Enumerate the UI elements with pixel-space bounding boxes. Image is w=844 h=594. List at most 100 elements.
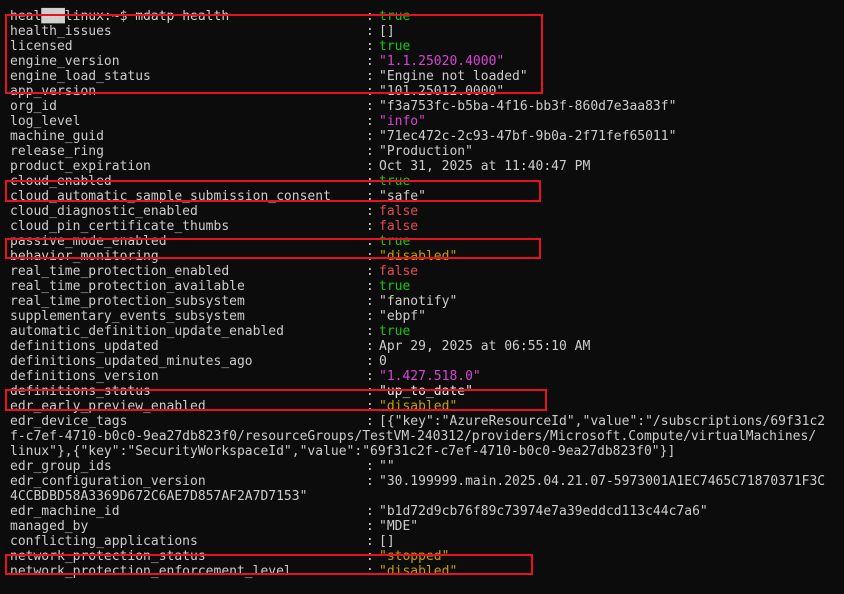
continuation-line: 4CCBDBD58A3369D672C6AE7D857AF2A7D7153" xyxy=(10,489,840,504)
health-key: cloud_automatic_sample_submission_consen… xyxy=(10,189,331,204)
health-value: false xyxy=(379,219,419,234)
key-value-separator: : xyxy=(366,144,374,159)
health-key: cloud_diagnostic_enabled xyxy=(10,204,198,219)
key-value-separator: : xyxy=(366,99,374,114)
health-key: edr_device_tags xyxy=(10,414,128,429)
health-row: supplementary_events_subsystem: "ebpf" xyxy=(10,309,840,324)
key-value-separator: : xyxy=(366,84,374,99)
health-key: cloud_pin_certificate_thumbs xyxy=(10,219,230,234)
health-row: real_time_protection_enabled: false xyxy=(10,264,840,279)
key-value-separator: : xyxy=(366,564,374,579)
key-value-separator: : xyxy=(366,54,374,69)
health-value: "disabled" xyxy=(379,399,458,414)
health-row: definitions_version: "1.427.518.0" xyxy=(10,369,840,384)
health-row: machine_guid: "71ec472c-2c93-47bf-9b0a-2f… xyxy=(10,129,840,144)
health-key: edr_early_preview_enabled xyxy=(10,399,206,414)
health-value: true xyxy=(379,234,411,249)
health-row: engine_load_status: "Engine not loaded" xyxy=(10,69,840,84)
health-row: engine_version: "1.1.25020.4000" xyxy=(10,54,840,69)
health-value: "101.25012.0000" xyxy=(379,84,505,99)
key-value-separator: : xyxy=(366,339,374,354)
health-row: edr_configuration_version: "30.199999.mai… xyxy=(10,474,840,489)
health-key: network_protection_enforcement_level xyxy=(10,564,292,579)
health-value: Oct 31, 2025 at 11:40:47 PM xyxy=(379,159,591,174)
health-row: health_issues: [] xyxy=(10,24,840,39)
key-value-separator: : xyxy=(366,159,374,174)
health-value: false xyxy=(379,264,419,279)
health-key: behavior_monitoring xyxy=(10,249,159,264)
health-value: "30.199999.main.2025.04.21.07-5973001A1E… xyxy=(379,474,826,489)
health-value: [{"key":"AzureResourceId","value":"/subs… xyxy=(379,414,826,429)
health-row: definitions_updated_minutes_ago:0 xyxy=(10,354,840,369)
key-value-separator: : xyxy=(366,369,374,384)
health-value: true xyxy=(379,324,411,339)
key-value-separator: : xyxy=(366,459,374,474)
key-value-separator: : xyxy=(366,219,374,234)
health-row: real_time_protection_subsystem: "fanotify… xyxy=(10,294,840,309)
health-list: healthy: true health_issues: [] licensed: tru… xyxy=(10,9,840,594)
health-value: "Engine not loaded" xyxy=(379,69,528,84)
health-key: machine_guid xyxy=(10,129,104,144)
key-value-separator: : xyxy=(366,174,374,189)
health-key: conflicting_applications xyxy=(10,534,198,549)
health-row: definitions_updated: Apr 29, 2025 at 06:5… xyxy=(10,339,840,354)
key-value-separator: : xyxy=(366,264,374,279)
health-value: "MDE" xyxy=(379,519,419,534)
health-key: supplementary_events_subsystem xyxy=(10,309,245,324)
health-row: healthy: true xyxy=(10,9,840,24)
health-key: edr_group_ids xyxy=(10,459,112,474)
health-key: network_protection_status xyxy=(10,549,206,564)
continuation-line: f-c7ef-4710-b0c0-9ea27db823f0/resourceGr… xyxy=(10,429,840,444)
health-value: Apr 29, 2025 at 06:55:10 AM xyxy=(379,339,591,354)
health-key: real_time_protection_available xyxy=(10,279,245,294)
health-key: product_expiration xyxy=(10,159,151,174)
health-row: cloud_pin_certificate_thumbs: false xyxy=(10,219,840,234)
command-prompt: ███linux:~$ mdatp health xyxy=(10,0,840,24)
health-row: edr_early_preview_enabled: "disabled" xyxy=(10,399,840,414)
key-value-separator: : xyxy=(366,474,374,489)
terminal-output[interactable]: ███linux:~$ mdatp health healthy: true hea… xyxy=(10,0,840,594)
health-row: product_expiration: Oct 31, 2025 at 11:40… xyxy=(10,159,840,174)
health-row: org_id: "f3a753fc-b5ba-4f16-bb3f-860d7e3a… xyxy=(10,99,840,114)
health-key: app_version xyxy=(10,84,97,99)
health-value: "safe" xyxy=(379,189,426,204)
key-value-separator: : xyxy=(366,24,374,39)
health-key: real_time_protection_enabled xyxy=(10,264,230,279)
key-value-separator: : xyxy=(366,39,374,54)
key-value-separator: : xyxy=(366,69,374,84)
health-value: "b1d72d9cb76f89c73974e7a39eddcd113c44c7a… xyxy=(379,504,708,519)
health-row: log_level: "info" xyxy=(10,114,840,129)
health-key: org_id xyxy=(10,99,57,114)
health-row: release_ring: "Production" xyxy=(10,144,840,159)
health-value: "fanotify" xyxy=(379,294,458,309)
health-key: licensed xyxy=(10,39,73,54)
key-value-separator: : xyxy=(366,504,374,519)
health-row: managed_by: "MDE" xyxy=(10,519,840,534)
health-key: definitions_updated_minutes_ago xyxy=(10,354,253,369)
health-value: "ebpf" xyxy=(379,309,426,324)
continuation-text: f-c7ef-4710-b0c0-9ea27db823f0/resourceGr… xyxy=(10,429,817,444)
health-key: definitions_version xyxy=(10,369,159,384)
key-value-separator: : xyxy=(366,129,374,144)
key-value-separator: : xyxy=(366,279,374,294)
health-value: "up_to_date" xyxy=(379,384,473,399)
health-key: healthy xyxy=(10,9,65,24)
health-value: "disabled" xyxy=(379,564,458,579)
health-value: "1.427.518.0" xyxy=(379,369,481,384)
health-row: app_version: "101.25012.0000" xyxy=(10,84,840,99)
health-key: engine_version xyxy=(10,54,120,69)
health-row: cloud_enabled: true xyxy=(10,174,840,189)
health-row: edr_device_tags: [{"key":"AzureResourceId… xyxy=(10,414,840,429)
continuation-text: linux"},{"key":"SecurityWorkspaceId","va… xyxy=(10,444,676,459)
health-value: "stopped" xyxy=(379,549,450,564)
health-row: behavior_monitoring: "disabled" xyxy=(10,249,840,264)
key-value-separator: : xyxy=(366,324,374,339)
health-row: cloud_diagnostic_enabled: false xyxy=(10,204,840,219)
key-value-separator: : xyxy=(366,519,374,534)
health-key: managed_by xyxy=(10,519,89,534)
health-key: release_ring xyxy=(10,144,104,159)
health-key: passive_mode_enabled xyxy=(10,234,167,249)
health-value: [] xyxy=(379,534,395,549)
key-value-separator: : xyxy=(366,384,374,399)
health-value: "f3a753fc-b5ba-4f16-bb3f-860d7e3aa83f" xyxy=(379,99,677,114)
